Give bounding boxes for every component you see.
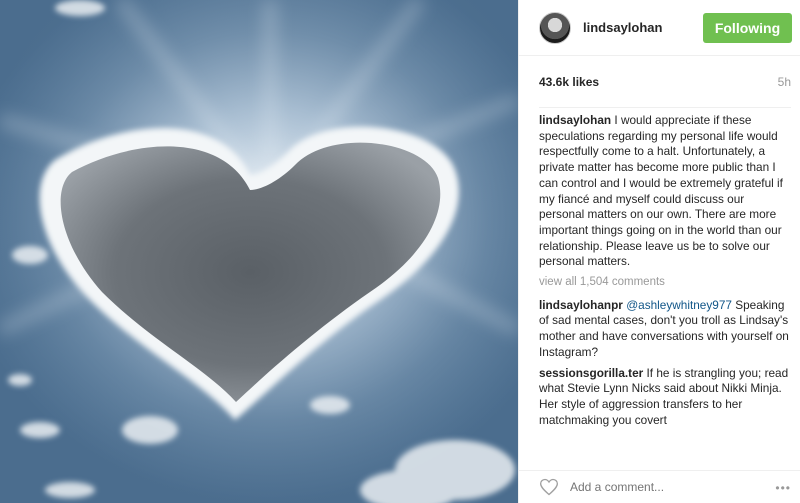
post-header: lindsaylohan Following <box>519 0 800 56</box>
comment-mention[interactable]: @ashleywhitney977 <box>626 298 732 312</box>
comment-author[interactable]: sessionsgorilla.ter <box>539 366 643 380</box>
caption-text: I would appreciate if these speculations… <box>539 113 783 269</box>
list-item: lindsaylohanpr @ashleywhitney977 Speakin… <box>539 298 791 361</box>
caption-author[interactable]: lindsaylohan <box>539 113 611 127</box>
avatar[interactable] <box>539 11 571 44</box>
caption: lindsaylohan I would appreciate if these… <box>539 113 791 270</box>
comments-list[interactable]: lindsaylohan I would appreciate if these… <box>539 113 791 456</box>
post-photo[interactable] <box>0 0 518 503</box>
likes-count[interactable]: 43.6k likes <box>539 75 599 89</box>
comment-author[interactable]: lindsaylohanpr <box>539 298 623 312</box>
list-item: sessionsgorilla.ter If he is strangling … <box>539 366 791 429</box>
post-actions: ••• <box>519 470 800 503</box>
more-options-icon[interactable]: ••• <box>775 481 791 495</box>
username-link[interactable]: lindsaylohan <box>583 20 662 35</box>
add-comment-input[interactable] <box>570 480 760 494</box>
post-timestamp[interactable]: 5h <box>778 75 791 89</box>
heart-cloud-image <box>0 0 518 503</box>
view-all-comments-link[interactable]: view all 1,504 comments <box>539 275 791 291</box>
post-details-panel: lindsaylohan Following 43.6k likes 5h li… <box>518 0 800 503</box>
post-meta: 43.6k likes 5h <box>539 56 791 108</box>
heart-outline-icon[interactable] <box>539 477 559 497</box>
following-button[interactable]: Following <box>703 13 792 43</box>
